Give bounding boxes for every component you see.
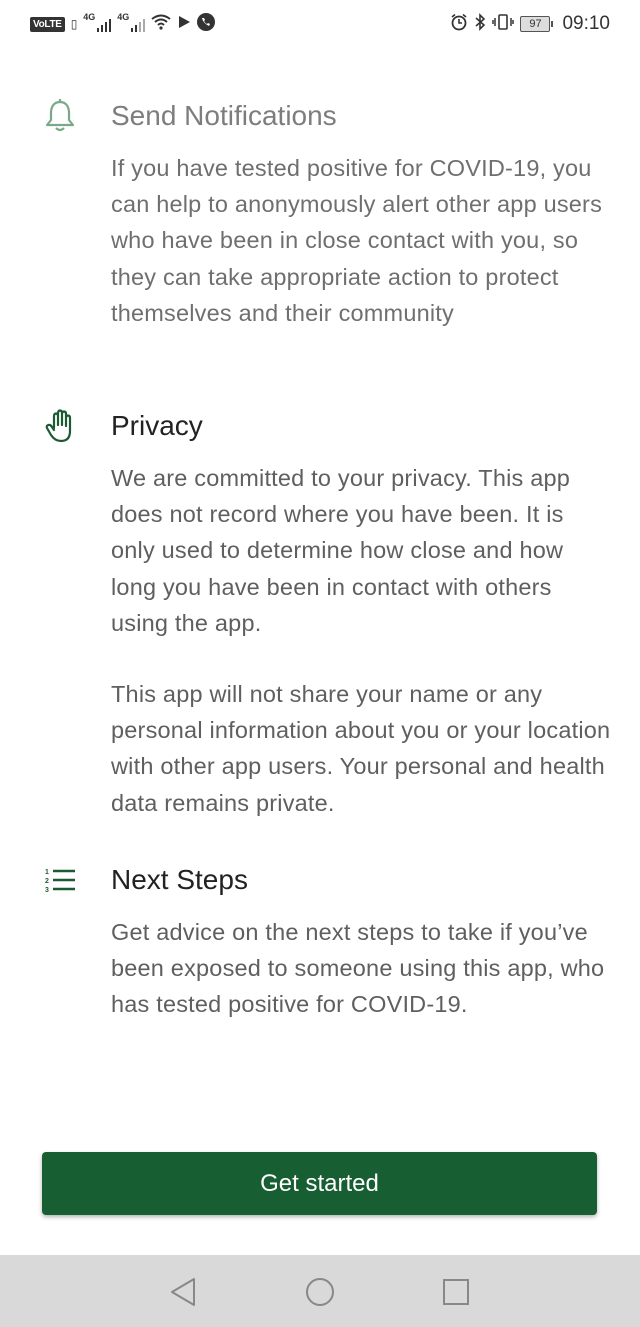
clock-time: 09:10 xyxy=(562,13,610,34)
wifi-icon xyxy=(151,14,171,35)
alarm-icon xyxy=(450,13,468,36)
volte-badge: VoLTE xyxy=(30,16,65,32)
hand-icon xyxy=(40,406,80,446)
network-type-label: 4G xyxy=(117,12,130,22)
sim-icon: ▯ xyxy=(70,17,78,31)
vibrate-icon xyxy=(492,13,515,36)
status-bar: VoLTE ▯ 4G 4G 97 09:10 xyxy=(0,0,640,48)
svg-text:3: 3 xyxy=(45,887,49,893)
navigation-bar xyxy=(0,1255,640,1327)
privacy-body-1: We are committed to your privacy. This a… xyxy=(111,465,570,636)
home-icon[interactable] xyxy=(305,1277,335,1307)
privacy-title: Privacy xyxy=(111,410,203,441)
get-started-button[interactable]: Get started xyxy=(42,1152,597,1215)
recents-icon[interactable] xyxy=(441,1277,471,1307)
phone-icon xyxy=(197,12,216,36)
signal-2-icon: 4G xyxy=(117,12,146,32)
notifications-body: If you have tested positive for COVID-19… xyxy=(111,155,603,326)
next-steps-title: Next Steps xyxy=(111,864,248,895)
privacy-body-2: This app will not share your name or any… xyxy=(111,681,611,816)
status-left: VoLTE ▯ 4G 4G xyxy=(30,12,216,36)
svg-text:2: 2 xyxy=(45,878,49,885)
notifications-title: Send Notifications xyxy=(111,100,337,131)
battery-icon: 97 xyxy=(520,16,554,32)
status-right: 97 09:10 xyxy=(450,13,610,36)
back-icon[interactable] xyxy=(168,1277,198,1307)
next-steps-body: Get advice on the next steps to take if … xyxy=(111,919,605,1018)
bluetooth-icon xyxy=(474,13,486,35)
numbered-list-icon: 1 2 3 xyxy=(40,860,80,900)
bell-icon xyxy=(40,96,80,136)
play-icon xyxy=(177,15,191,34)
network-type-label: 4G xyxy=(83,12,96,22)
signal-1-icon: 4G xyxy=(83,12,112,32)
svg-text:1: 1 xyxy=(45,869,49,876)
